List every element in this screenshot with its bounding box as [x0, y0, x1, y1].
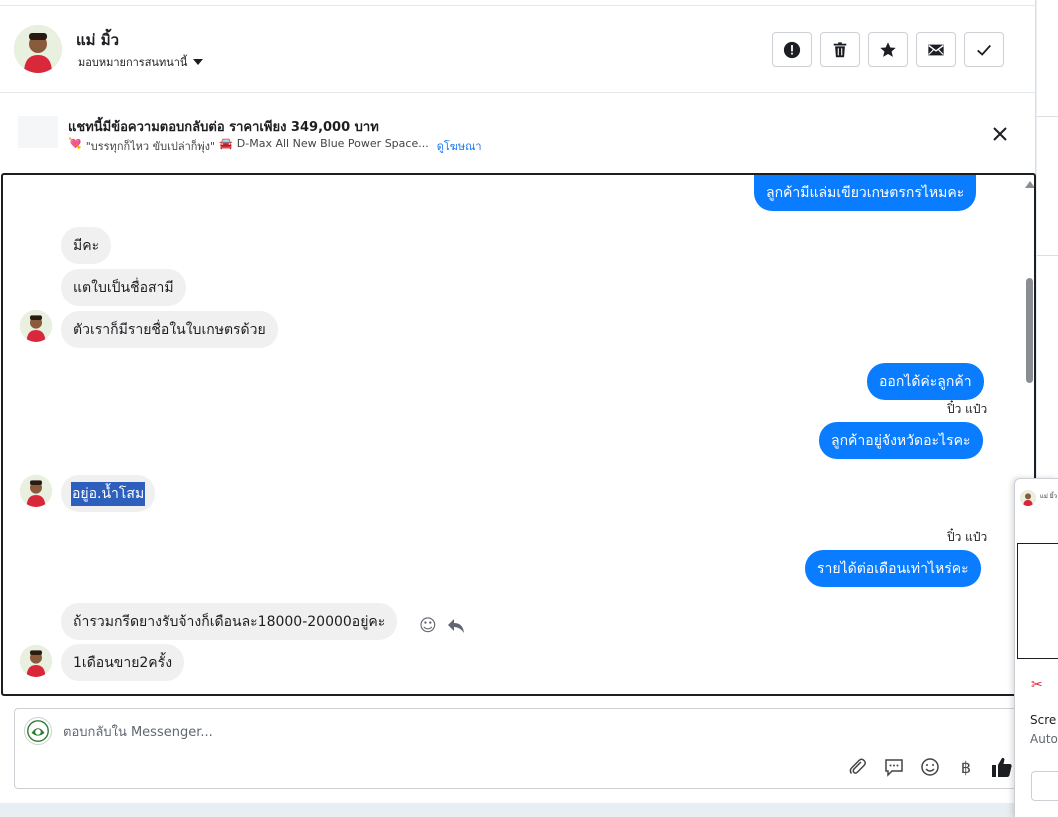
message-incoming[interactable]: ถ้ารวมกรีดยางรับจ้างก็เดือนละ18000-20000…: [61, 603, 398, 640]
react-emoji-icon[interactable]: ☺: [419, 616, 437, 636]
message-hover-actions: ☺: [419, 616, 465, 636]
ad-title: แชทนี้มีข้อความตอบกลับต่อ ราคาเพียง 349,…: [68, 120, 379, 135]
divider: [1037, 116, 1058, 117]
contact-avatar-small: [20, 645, 52, 677]
page-avatar: [24, 717, 52, 745]
emoji-button[interactable]: [919, 756, 941, 778]
payment-button[interactable]: ฿: [955, 756, 977, 778]
baht-icon: ฿: [960, 757, 972, 777]
message-incoming[interactable]: มีคะ: [61, 227, 112, 264]
composer-tools: ฿: [847, 756, 1013, 778]
message-outgoing[interactable]: ลูกค้ามีแล่มเขียวเกษตรกรไหมคะ: [754, 175, 977, 211]
message-incoming[interactable]: อยู่อ.น้ำโสม: [61, 475, 156, 512]
contact-avatar-small: [20, 475, 52, 507]
reply-input[interactable]: [63, 721, 763, 743]
contact-avatar-small: [20, 310, 52, 342]
saved-replies-button[interactable]: [883, 756, 905, 778]
alert-icon: [783, 41, 801, 58]
check-icon: [977, 44, 991, 56]
header-actions: [772, 32, 1004, 67]
scroll-up-icon[interactable]: [1025, 181, 1034, 188]
message-outgoing[interactable]: ออกได้ค่ะลูกค้า: [867, 363, 984, 400]
selected-text: อยู่อ.น้ำโสม: [71, 481, 146, 506]
mini-avatar: [1020, 490, 1036, 506]
ad-quote: "บรรทุกก็ไหว ขับเปล่าก็พุ่ง": [85, 140, 216, 153]
message-thread[interactable]: ลูกค้ามีแล่มเขียวเกษตรกรไหมคะ มีคะ แตใบเ…: [1, 173, 1036, 696]
right-panel-edge: [1037, 0, 1058, 480]
chat-bubble-icon: [885, 759, 903, 777]
message-incoming[interactable]: แตใบเป็นชื่อสามี: [61, 269, 186, 306]
assign-label: มอบหมายการสนทนานี้: [78, 56, 188, 69]
mark-done-button[interactable]: [964, 32, 1004, 67]
popup-title: Scre: [1030, 713, 1057, 727]
trash-icon: [833, 41, 847, 57]
ad-thumbnail: [18, 116, 58, 148]
star-icon: [880, 41, 896, 57]
reply-composer: ฿: [14, 708, 1024, 789]
thumbs-up-icon: [992, 757, 1012, 777]
attach-button[interactable]: [847, 756, 869, 778]
sender-name: ปิ๋ว แป๋ว: [947, 402, 988, 416]
envelope-icon: [928, 44, 944, 55]
delete-button[interactable]: [820, 32, 860, 67]
car-emoji-icon: 🚘: [219, 137, 233, 150]
contact-avatar[interactable]: [14, 25, 62, 73]
assign-dropdown[interactable]: มอบหมายการสนทนานี้: [78, 53, 204, 71]
sender-name: ปิ๋ว แป๋ว: [947, 530, 988, 544]
popup-button[interactable]: [1031, 771, 1058, 801]
ad-description: 💘 "บรรทุกก็ไหว ขับเปล่าก็พุ่ง" 🚘 D-Max A…: [68, 137, 482, 155]
caret-down-icon: [193, 59, 204, 65]
close-icon: [993, 127, 1007, 141]
conversation-header: แม่ มิ้ว มอบหมายการสนทนานี้: [0, 5, 1036, 93]
conversation-panel: แม่ มิ้ว มอบหมายการสนทนานี้ แชทนี้มีข้อค…: [0, 0, 1036, 803]
message-outgoing[interactable]: ลูกค้าอยู่จังหวัดอะไรคะ: [819, 422, 983, 459]
view-ad-link[interactable]: ดูโฆษณา: [437, 137, 482, 155]
message-incoming[interactable]: ตัวเราก็มีรายชื่อในใบเกษตรด้วย: [61, 311, 278, 348]
smiley-icon: [921, 758, 939, 776]
paperclip-icon: [849, 758, 866, 774]
message-outgoing[interactable]: รายได้ต่อเดือนเท่าไหร่คะ: [805, 550, 981, 587]
reply-icon[interactable]: [447, 618, 465, 634]
mini-thread: [1017, 543, 1058, 659]
divider: [1037, 255, 1058, 256]
snipping-tool-icon: ✂: [1031, 677, 1043, 693]
like-button[interactable]: [991, 756, 1013, 778]
contact-name: แม่ มิ้ว: [76, 31, 120, 49]
heart-emoji-icon: 💘: [68, 137, 82, 150]
close-banner-button[interactable]: [988, 122, 1012, 146]
mark-unread-button[interactable]: [916, 32, 956, 67]
screenshot-preview-popup[interactable]: แม่ มิ้ว ✂ Scre Auto: [1014, 478, 1058, 817]
message-incoming[interactable]: 1เดือนขาย2ครั้ง: [61, 644, 185, 681]
popup-subtitle: Auto: [1030, 732, 1058, 746]
report-spam-button[interactable]: [772, 32, 812, 67]
star-button[interactable]: [868, 32, 908, 67]
ad-promo-banner: แชทนี้มีข้อความตอบกลับต่อ ราคาเพียง 349,…: [0, 94, 1036, 174]
scrollbar-thumb[interactable]: [1026, 278, 1033, 383]
ad-model: D-Max All New Blue Power Space...: [236, 137, 429, 150]
mini-title: แม่ มิ้ว: [1040, 493, 1058, 500]
